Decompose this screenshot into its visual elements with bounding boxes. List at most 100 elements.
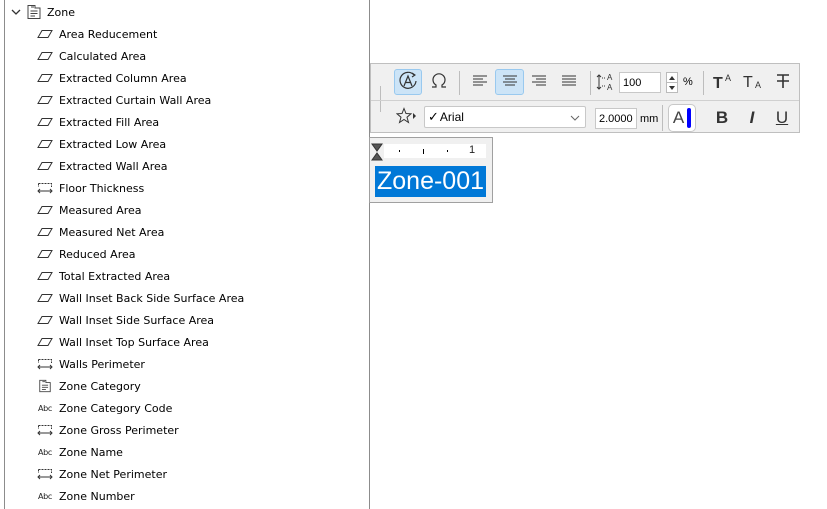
area-icon: [36, 313, 54, 327]
tree-item[interactable]: Abc Zone Category Code: [36, 399, 172, 417]
length-icon: [36, 467, 54, 481]
font-size-input[interactable]: 2.0000: [595, 108, 637, 129]
tree-item-label: Zone Number: [59, 489, 135, 503]
tree-item[interactable]: Calculated Area: [36, 47, 146, 65]
tree-item-label: Wall Inset Side Surface Area: [59, 313, 215, 327]
color-swatch: [687, 108, 692, 128]
bold-icon: B: [715, 108, 729, 127]
tree-item-label: Zone Gross Perimeter: [59, 423, 179, 437]
indent-marker-icon[interactable]: [371, 143, 383, 164]
tree-item[interactable]: Measured Net Area: [36, 223, 164, 241]
separator: [590, 71, 591, 95]
tree-item[interactable]: Zone Gross Perimeter: [36, 421, 179, 439]
tree-item-label: Calculated Area: [59, 49, 147, 63]
tree-item[interactable]: Measured Area: [36, 201, 142, 219]
strikethrough-button[interactable]: [769, 69, 797, 95]
superscript-button[interactable]: TA: [709, 69, 737, 95]
omega-icon: [429, 72, 449, 93]
underline-button[interactable]: U: [768, 105, 796, 131]
special-character-button[interactable]: [425, 69, 453, 95]
tree-item[interactable]: Walls Perimeter: [36, 355, 145, 373]
align-center-button[interactable]: [495, 69, 524, 95]
favorites-button[interactable]: [395, 106, 419, 128]
tree-item[interactable]: Reduced Area: [36, 245, 135, 263]
area-icon: [36, 159, 54, 173]
subscript-button[interactable]: TA: [739, 69, 767, 95]
line-spacing-input[interactable]: 100: [619, 72, 661, 93]
text-color-button[interactable]: A: [668, 104, 696, 132]
tree-item[interactable]: Extracted Low Area: [36, 135, 166, 153]
tree-item-label: Wall Inset Top Surface Area: [59, 335, 209, 349]
ruler-mark: 1: [469, 144, 476, 156]
tree-item[interactable]: Abc Zone Number: [36, 487, 135, 505]
line-spacing-stepper[interactable]: [666, 72, 678, 93]
superscript-icon: TA: [712, 72, 734, 93]
area-icon: [36, 137, 54, 151]
tree-item[interactable]: Total Extracted Area: [36, 267, 170, 285]
area-icon: [36, 71, 54, 85]
area-icon: [36, 291, 54, 305]
svg-text:A: A: [607, 73, 613, 82]
justify-button[interactable]: [555, 69, 583, 95]
italic-icon: I: [749, 108, 755, 127]
italic-button[interactable]: I: [738, 105, 766, 131]
tree-item[interactable]: Extracted Fill Area: [36, 113, 159, 131]
strikethrough-icon: [774, 72, 792, 93]
svg-text:A: A: [725, 73, 731, 83]
zone-number-text[interactable]: Zone-001: [375, 166, 487, 197]
area-icon: [36, 49, 54, 63]
tree-item[interactable]: Zone Category: [36, 377, 141, 395]
area-icon: [36, 247, 54, 261]
text-abc-icon: Abc: [37, 403, 53, 413]
tree-item-label: Measured Net Area: [59, 225, 165, 239]
zone-stamp-icon: [36, 379, 54, 393]
chevron-down-icon[interactable]: [10, 4, 22, 20]
tree-item[interactable]: Extracted Column Area: [36, 69, 187, 87]
separator: [703, 71, 704, 95]
subscript-icon: TA: [742, 72, 764, 93]
separator: [459, 71, 460, 95]
tree-item-label: Reduced Area: [59, 247, 136, 261]
tree-item[interactable]: Extracted Curtain Wall Area: [36, 91, 211, 109]
align-right-button[interactable]: [525, 69, 553, 95]
svg-text:A: A: [755, 80, 761, 90]
text-abc-icon: Abc: [37, 447, 53, 457]
tree-item-label: Walls Perimeter: [59, 357, 145, 371]
area-icon: [36, 203, 54, 217]
tree-item-label: Total Extracted Area: [59, 269, 171, 283]
tree-root-zone[interactable]: Zone: [10, 4, 75, 20]
text-ruler[interactable]: 1: [384, 144, 486, 158]
length-icon: [36, 357, 54, 371]
align-center-icon: [502, 74, 518, 91]
autotext-icon: [397, 71, 419, 94]
tree-item[interactable]: Wall Inset Back Side Surface Area: [36, 289, 244, 307]
tree-item[interactable]: Wall Inset Side Surface Area: [36, 311, 214, 329]
align-left-icon: [472, 74, 488, 91]
area-icon: [36, 269, 54, 283]
justify-icon: [561, 74, 577, 91]
tree-item-label: Zone Category: [59, 379, 141, 393]
tree-item[interactable]: Floor Thickness: [36, 179, 144, 197]
area-icon: [36, 27, 54, 41]
separator: [662, 105, 663, 131]
star-icon: [395, 106, 418, 128]
align-left-button[interactable]: [466, 69, 494, 95]
area-icon: [36, 93, 54, 107]
tree-item-label: Extracted Curtain Wall Area: [59, 93, 212, 107]
text-color-glyph: A: [672, 108, 685, 127]
bold-button[interactable]: B: [708, 105, 736, 131]
align-right-icon: [531, 74, 547, 91]
tree-item[interactable]: Extracted Wall Area: [36, 157, 167, 175]
tree-item-label: Extracted Fill Area: [59, 115, 160, 129]
stepper-down[interactable]: [666, 83, 678, 93]
tree-item[interactable]: Wall Inset Top Surface Area: [36, 333, 209, 351]
autotext-button[interactable]: [394, 69, 422, 95]
stepper-up[interactable]: [666, 72, 678, 83]
tree-item[interactable]: Abc Zone Name: [36, 443, 123, 461]
line-spacing-unit: %: [683, 76, 693, 88]
tree-item[interactable]: Zone Net Perimeter: [36, 465, 167, 483]
font-select[interactable]: ✓ Arial: [424, 106, 586, 128]
tree-item[interactable]: Area Reducement: [36, 25, 157, 43]
check-icon: ✓: [428, 109, 439, 124]
field-tree-panel: Zone Area Reducement Calculated Area Extra…: [0, 0, 370, 509]
